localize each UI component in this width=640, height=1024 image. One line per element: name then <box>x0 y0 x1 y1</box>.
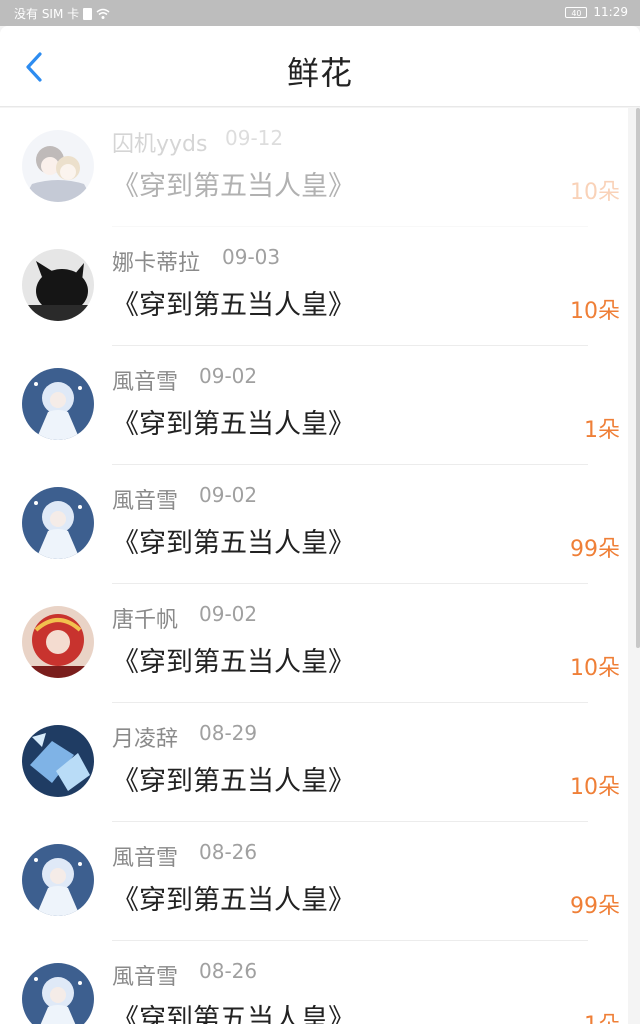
avatar[interactable] <box>22 606 94 678</box>
battery-icon: 40 <box>565 6 588 18</box>
username: 月凌辞 <box>112 727 179 752</box>
avatar[interactable] <box>22 963 94 1024</box>
date: 09-12 <box>225 126 284 150</box>
sim-card-icon <box>83 7 93 20</box>
scrollbar[interactable] <box>636 108 640 648</box>
username: 娜卡蒂拉 <box>112 251 201 276</box>
book-title[interactable]: 《穿到第五当人皇》 <box>112 164 355 203</box>
avatar[interactable] <box>22 249 94 321</box>
status-right: 40 11:29 <box>565 5 628 19</box>
username: 風音雪 <box>112 965 179 990</box>
list-item[interactable]: 娜卡蒂拉 09-03 《穿到第五当人皇》 10朵 <box>0 227 628 346</box>
flower-count: 10朵 <box>570 180 620 205</box>
list-item[interactable]: 月凌辞 08-29 《穿到第五当人皇》 10朵 <box>0 703 628 822</box>
username: 風音雪 <box>112 489 179 514</box>
status-bar: 没有 SIM 卡 40 11:29 <box>0 0 640 26</box>
carrier-text: 没有 SIM 卡 <box>14 7 80 21</box>
flower-count: 99朵 <box>570 894 620 919</box>
list-item[interactable]: 風音雪 09-02 《穿到第五当人皇》 1朵 <box>0 346 628 465</box>
date: 08-26 <box>199 840 258 864</box>
date: 08-29 <box>199 721 258 745</box>
book-title[interactable]: 《穿到第五当人皇》 <box>112 640 355 679</box>
list-item[interactable]: 風音雪 08-26 《穿到第五当人皇》 99朵 <box>0 822 628 941</box>
list-item[interactable]: 風音雪 08-26 《穿到第五当人皇》 1朵 <box>0 941 628 1024</box>
ice-blue-avatar-image <box>22 725 94 797</box>
date: 09-02 <box>199 602 258 626</box>
list-item[interactable]: 風音雪 09-02 《穿到第五当人皇》 99朵 <box>0 465 628 584</box>
flower-count: 99朵 <box>570 537 620 562</box>
flower-count: 10朵 <box>570 656 620 681</box>
book-title[interactable]: 《穿到第五当人皇》 <box>112 283 355 322</box>
snow-princess-avatar-image <box>22 844 94 916</box>
book-title[interactable]: 《穿到第五当人皇》 <box>112 759 355 798</box>
list-item[interactable]: 囚机yyds 09-12 《穿到第五当人皇》 10朵 <box>0 108 628 227</box>
username: 風音雪 <box>112 846 179 871</box>
username: 唐千帆 <box>112 608 179 633</box>
wifi-icon <box>96 8 110 19</box>
red-lion-avatar-image <box>22 606 94 678</box>
flower-count: 1朵 <box>584 1007 620 1024</box>
book-title[interactable]: 《穿到第五当人皇》 <box>112 402 355 441</box>
username: 囚机yyds <box>112 132 208 157</box>
avatar[interactable] <box>22 725 94 797</box>
flower-count: 10朵 <box>570 775 620 800</box>
black-cat-avatar-image <box>22 249 94 321</box>
clock: 11:29 <box>593 5 628 19</box>
avatar[interactable] <box>22 130 94 202</box>
snow-princess-avatar-image <box>22 368 94 440</box>
avatar[interactable] <box>22 368 94 440</box>
date: 09-02 <box>199 483 258 507</box>
date: 09-03 <box>222 245 281 269</box>
book-title[interactable]: 《穿到第五当人皇》 <box>112 997 355 1024</box>
snow-princess-avatar-image <box>22 487 94 559</box>
flower-count: 10朵 <box>570 299 620 324</box>
list-item[interactable]: 唐千帆 09-02 《穿到第五当人皇》 10朵 <box>0 584 628 703</box>
anime-couple-avatar-image <box>22 130 94 202</box>
header: 鲜花 <box>0 26 640 107</box>
snow-princess-avatar-image <box>22 963 94 1024</box>
avatar[interactable] <box>22 487 94 559</box>
status-left: 没有 SIM 卡 <box>14 5 110 22</box>
date: 08-26 <box>199 959 258 983</box>
avatar[interactable] <box>22 844 94 916</box>
date: 09-02 <box>199 364 258 388</box>
page-title: 鲜花 <box>286 54 353 92</box>
flower-count: 1朵 <box>584 418 620 443</box>
book-title[interactable]: 《穿到第五当人皇》 <box>112 521 355 560</box>
battery-level: 40 <box>571 8 582 18</box>
book-title[interactable]: 《穿到第五当人皇》 <box>112 878 355 917</box>
flower-list[interactable]: 囚机yyds 09-12 《穿到第五当人皇》 10朵 娜卡蒂拉 09-03 《穿… <box>0 108 628 1024</box>
username: 風音雪 <box>112 370 179 395</box>
